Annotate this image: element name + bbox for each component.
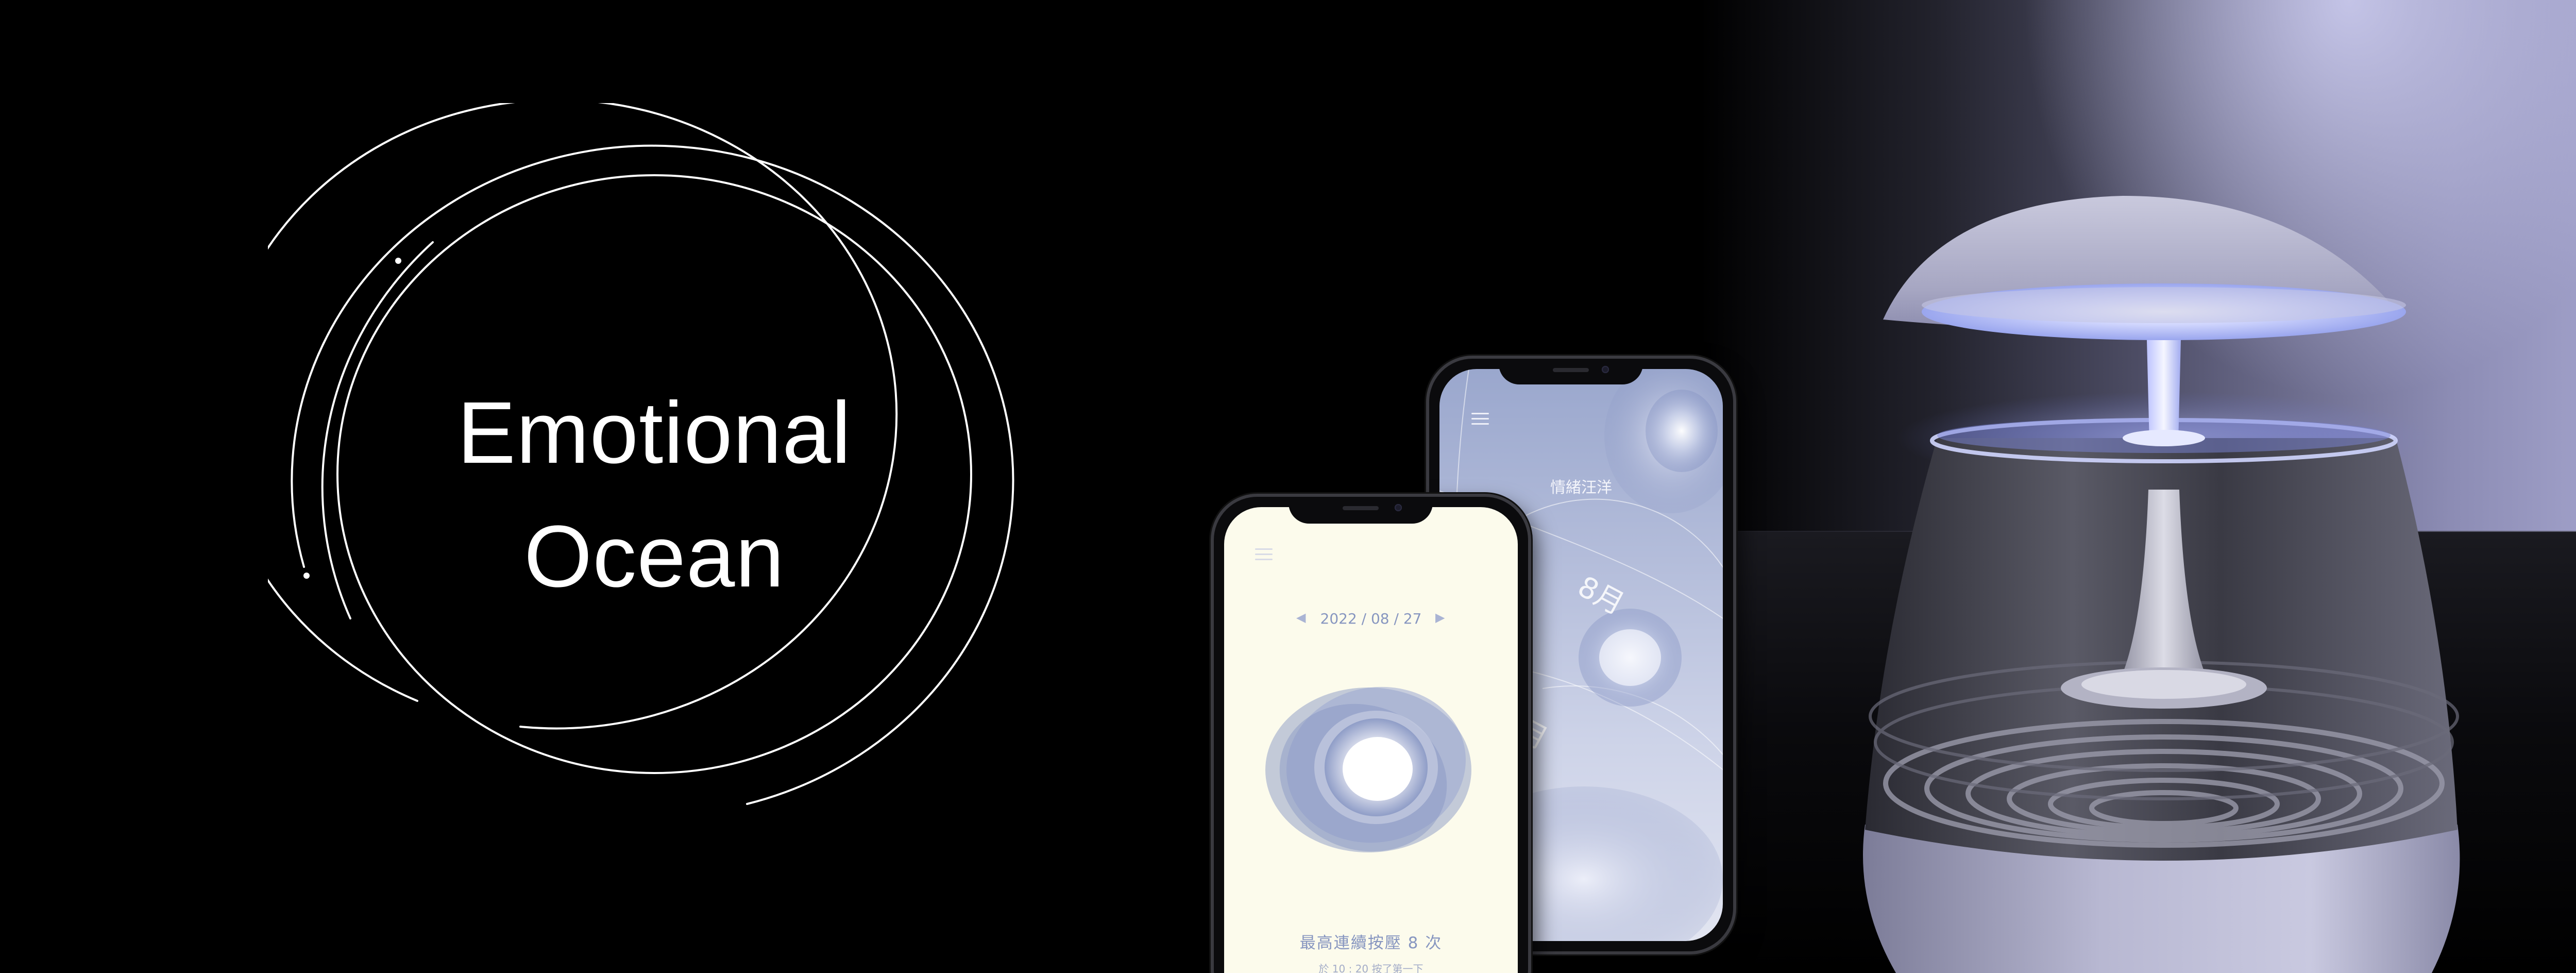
logo-title-line1: Emotional [457,384,852,482]
logo-title: Emotional Ocean [397,371,912,618]
dot-top [395,258,401,264]
menu-icon[interactable] [1471,413,1489,425]
mushroom-lamp-humidifier-illustration [1863,196,2460,973]
triangle-right-icon[interactable]: ▶ [1435,610,1445,625]
menu-icon[interactable] [1255,548,1273,561]
emotion-orb[interactable] [1265,677,1482,873]
max-press-stat: 最高連續按壓 8 次 [1299,934,1443,952]
logo-title-line2: Ocean [524,508,785,606]
phone-front: ◀ 2022 / 08 / 27 ▶ 最高連續按壓 8 次 於 10: 20 … [1211,494,1531,973]
date-label: 2022 / 08 / 27 [1320,610,1422,627]
dot-left [303,573,310,579]
phone-front-notch [1289,497,1433,524]
first-press-time: 於 10 : 20 按了第一下 [1318,963,1423,973]
hero-banner: Emotional Ocean 情緒汪洋 8月 月 ◀ 2022 / 08 / … [0,0,2576,973]
phone-front-screen: ◀ 2022 / 08 / 27 ▶ 最高連續按壓 8 次 於 10: 20 … [1224,507,1518,973]
phone-back-notch [1499,359,1643,384]
